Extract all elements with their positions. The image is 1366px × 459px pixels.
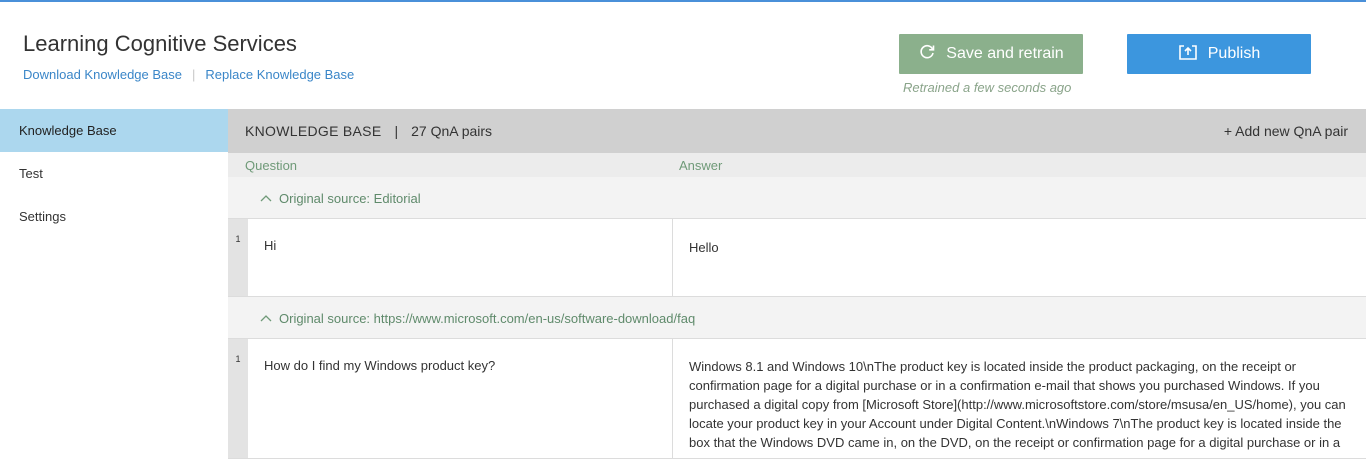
sidebar-item-test[interactable]: Test [0,152,228,195]
chevron-up-icon[interactable] [260,190,272,205]
answer-cell[interactable]: Hello [674,219,1366,296]
source-label: Original source: Editorial [279,191,421,206]
link-separator: | [192,67,196,82]
publish-button[interactable]: Publish [1127,34,1311,74]
save-retrain-button[interactable]: Save and retrain [899,34,1083,74]
source-group-header[interactable]: Original source: Editorial [228,177,1366,219]
kb-title: KNOWLEDGE BASE [245,123,382,139]
header-links: Download Knowledge Base | Replace Knowle… [23,67,354,82]
table-row: 1 How do I find my Windows product key? … [228,339,1366,459]
row-index: 1 [228,219,248,296]
row-index: 1 [228,339,248,458]
page-title: Learning Cognitive Services [23,31,297,56]
upload-icon [1178,43,1198,66]
kb-divider: | [394,123,399,139]
kb-toolbar: KNOWLEDGE BASE | 27 QnA pairs + Add new … [228,109,1366,153]
sidebar-item-label: Test [19,166,43,181]
header: Learning Cognitive Services Download Kno… [0,2,1366,109]
qna-count: 27 QnA pairs [411,123,493,139]
retrain-status: Retrained a few seconds ago [903,80,1072,95]
download-kb-link[interactable]: Download Knowledge Base [23,67,182,82]
source-group-header[interactable]: Original source: https://www.microsoft.c… [228,297,1366,339]
sidebar: Knowledge Base Test Settings [0,109,228,449]
chevron-up-icon[interactable] [260,310,272,325]
question-column-header[interactable]: Question [245,158,297,173]
source-label: Original source: https://www.microsoft.c… [279,311,696,326]
sidebar-item-settings[interactable]: Settings [0,195,228,238]
answer-cell[interactable]: Windows 8.1 and Windows 10\nThe product … [674,339,1366,458]
sidebar-item-label: Settings [19,209,66,224]
table-row: 1 Hi Hello [228,219,1366,297]
sidebar-item-label: Knowledge Base [19,123,117,138]
sidebar-item-knowledge-base[interactable]: Knowledge Base [0,109,228,152]
refresh-icon [918,43,936,66]
add-qna-pair-button[interactable]: + Add new QnA pair [1224,123,1348,139]
publish-label: Publish [1207,45,1261,62]
answer-column-header[interactable]: Answer [679,158,722,173]
replace-kb-link[interactable]: Replace Knowledge Base [205,67,354,82]
question-cell[interactable]: Hi [248,219,673,296]
question-cell[interactable]: How do I find my Windows product key? [248,339,673,458]
save-retrain-label: Save and retrain [946,45,1064,62]
knowledge-base-panel: KNOWLEDGE BASE | 27 QnA pairs + Add new … [228,109,1366,459]
column-headers: Question Answer [228,153,1366,177]
